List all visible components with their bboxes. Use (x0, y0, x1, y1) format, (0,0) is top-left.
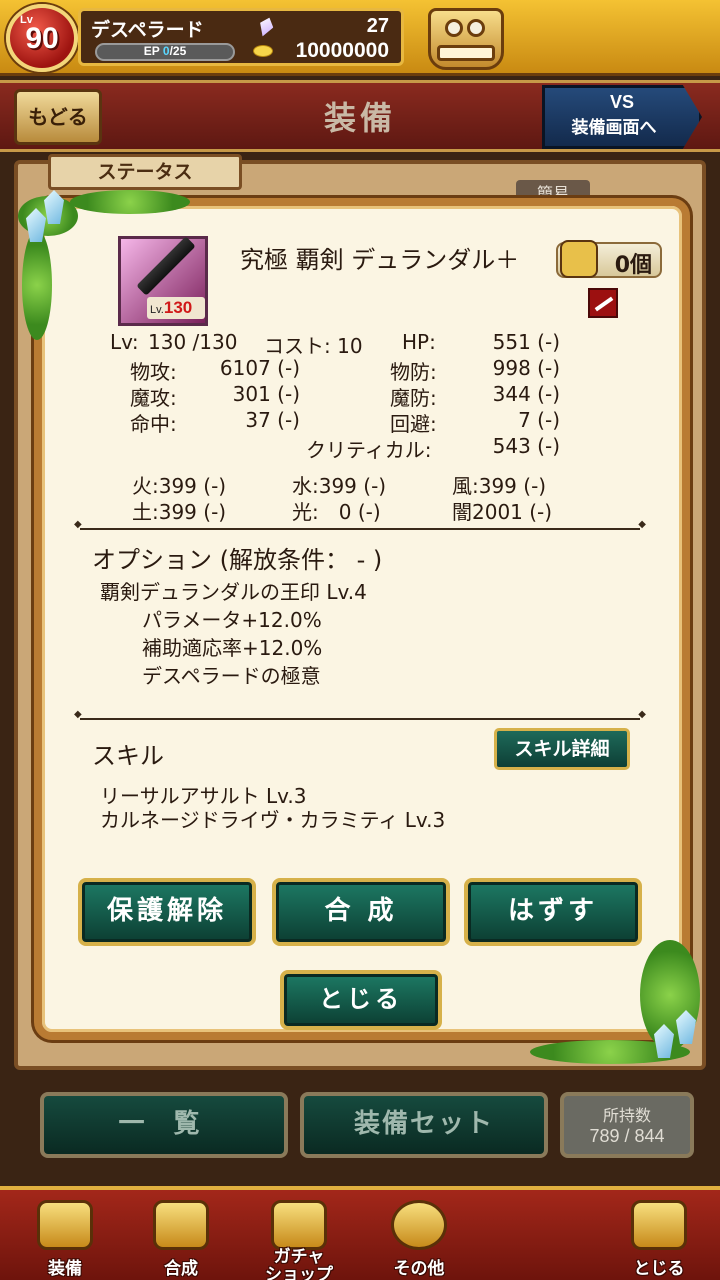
doll-icon (560, 240, 598, 278)
nav-equip[interactable]: 装備 (10, 1198, 120, 1280)
inventory-count-panel: 所持数 789 / 844 (560, 1092, 694, 1158)
nav-gacha-line2: ショップ (265, 1265, 333, 1280)
skill-detail-button[interactable]: スキル詳細 (494, 728, 630, 770)
guild-member-icon (467, 19, 485, 37)
gear-icon (391, 1200, 447, 1250)
top-status-bar: Lv 90 デスペラード EP 0/25 27 10000000 (0, 0, 720, 76)
nav-other[interactable]: その他 (364, 1198, 474, 1280)
player-level-badge: Lv 90 (6, 4, 78, 72)
item-thumbnail: Lv.130 (118, 236, 208, 326)
element-fire: 火:399 (-) (132, 474, 227, 498)
title-bar: もどる 装備 VS 装備画面へ (0, 80, 720, 152)
merge-button[interactable]: 合 成 (272, 878, 450, 946)
coin-count: 10000000 (295, 39, 389, 62)
stat-hit-label: 命中: (130, 412, 177, 436)
nav-gacha-label: ガチャ ショップ (244, 1248, 354, 1280)
guild-member-icon (445, 19, 463, 37)
ep-bar: EP 0/25 (95, 43, 235, 61)
hammer-icon (153, 1200, 209, 1250)
stat-lv-label: Lv: (110, 330, 139, 354)
vs-equip-screen-button[interactable]: VS 装備画面へ (542, 85, 702, 149)
owned-count-box: 0個 (556, 240, 662, 278)
stat-crit-value: 543 (-) (492, 434, 560, 458)
nav-equip-label: 装備 (48, 1259, 82, 1279)
stat-mdef-label: 魔防: (390, 386, 437, 410)
option-line: パラメータ+12.0% (142, 608, 322, 632)
stat-hp-value: 551 (-) (492, 330, 560, 354)
equipment-icon (37, 1200, 93, 1250)
stat-hp-label: HP: (402, 330, 436, 354)
item-level: 130 (163, 298, 193, 317)
ep-label: EP (143, 44, 160, 58)
item-level-tag: Lv.130 (147, 297, 205, 319)
player-level: 90 (25, 22, 59, 55)
vs-label: VS (609, 92, 634, 112)
section-divider (74, 519, 646, 530)
equip-set-button[interactable]: 装備セット (300, 1092, 548, 1158)
status-tab[interactable]: ステータス (48, 154, 242, 190)
element-light: 光: 0 (-) (292, 500, 381, 524)
list-button[interactable]: 一 覧 (40, 1092, 288, 1158)
stat-hit-value: 37 (-) (245, 408, 300, 432)
stat-mdef-value: 344 (-) (492, 382, 560, 406)
nav-close[interactable]: とじる (604, 1198, 714, 1280)
sword-type-icon (588, 288, 618, 318)
sword-icon (136, 236, 196, 296)
skill-title: スキル (92, 742, 164, 770)
vs-sub-label: 装備画面へ (571, 118, 657, 138)
book-icon (437, 45, 495, 61)
option-title: オプション (解放条件： - ) (92, 546, 383, 574)
nav-close-label: とじる (633, 1259, 685, 1279)
section-divider (74, 709, 646, 720)
inventory-count-value: 789 / 844 (589, 1126, 665, 1146)
option-line: デスペラードの極意 (142, 664, 321, 688)
treasure-icon (631, 1200, 687, 1250)
element-water: 水:399 (-) (292, 474, 387, 498)
player-info-panel: デスペラード EP 0/25 27 10000000 (78, 8, 404, 66)
owned-count: 0個 (614, 253, 652, 278)
stat-eva-value: 7 (-) (518, 408, 560, 432)
skill-line: カルネージドライヴ・カラミティ Lv.3 (100, 808, 446, 832)
gem-count: 27 (366, 15, 389, 37)
stat-matk-value: 301 (-) (232, 382, 300, 406)
ep-current: 0 (162, 44, 170, 58)
vine-decoration (22, 230, 52, 340)
element-earth: 土:399 (-) (132, 500, 227, 524)
option-line: 補助適応率+12.0% (142, 636, 323, 660)
stat-crit-label: クリティカル: (306, 438, 432, 462)
close-modal-button[interactable]: とじる (280, 970, 442, 1030)
nav-merge[interactable]: 合成 (126, 1198, 236, 1280)
gacha-icon (271, 1200, 327, 1250)
bottom-nav: 装備 合成 ガチャ ショップ その他 とじる (0, 1186, 720, 1280)
remove-button[interactable]: はずす (464, 878, 642, 946)
stat-eva-label: 回避: (390, 412, 437, 436)
stat-patk-label: 物攻: (130, 360, 177, 384)
stat-patk-value: 6107 (-) (219, 356, 300, 380)
stat-lv-value: 130 /130 (148, 330, 238, 354)
element-dark: 闇2001 (-) (452, 500, 553, 524)
item-level-label: Lv. (150, 304, 164, 316)
element-wind: 風:399 (-) (452, 474, 547, 498)
stat-pdef-label: 物防: (390, 360, 437, 384)
player-name: デスペラード (91, 19, 204, 41)
stat-cost: コスト: 10 (264, 334, 363, 358)
gem-icon (256, 15, 276, 39)
vine-decoration (70, 190, 190, 214)
option-line: 覇剣デュランダルの王印 Lv.4 (100, 580, 367, 604)
inventory-count-label: 所持数 (602, 1106, 651, 1125)
guild-button[interactable] (428, 8, 504, 70)
unprotect-button[interactable]: 保護解除 (78, 878, 256, 946)
nav-merge-label: 合成 (164, 1259, 198, 1279)
stat-pdef-value: 998 (-) (492, 356, 560, 380)
ep-text: EP 0/25 (97, 44, 233, 58)
coin-icon (253, 45, 273, 57)
ep-max: /25 (169, 44, 187, 58)
nav-gacha-shop[interactable]: ガチャ ショップ (244, 1198, 354, 1280)
nav-gacha-line1: ガチャ (273, 1247, 325, 1267)
nav-other-label: その他 (393, 1259, 445, 1279)
item-name: 究極 覇剣 デュランダル＋ (240, 246, 520, 274)
stat-matk-label: 魔攻: (130, 386, 177, 410)
